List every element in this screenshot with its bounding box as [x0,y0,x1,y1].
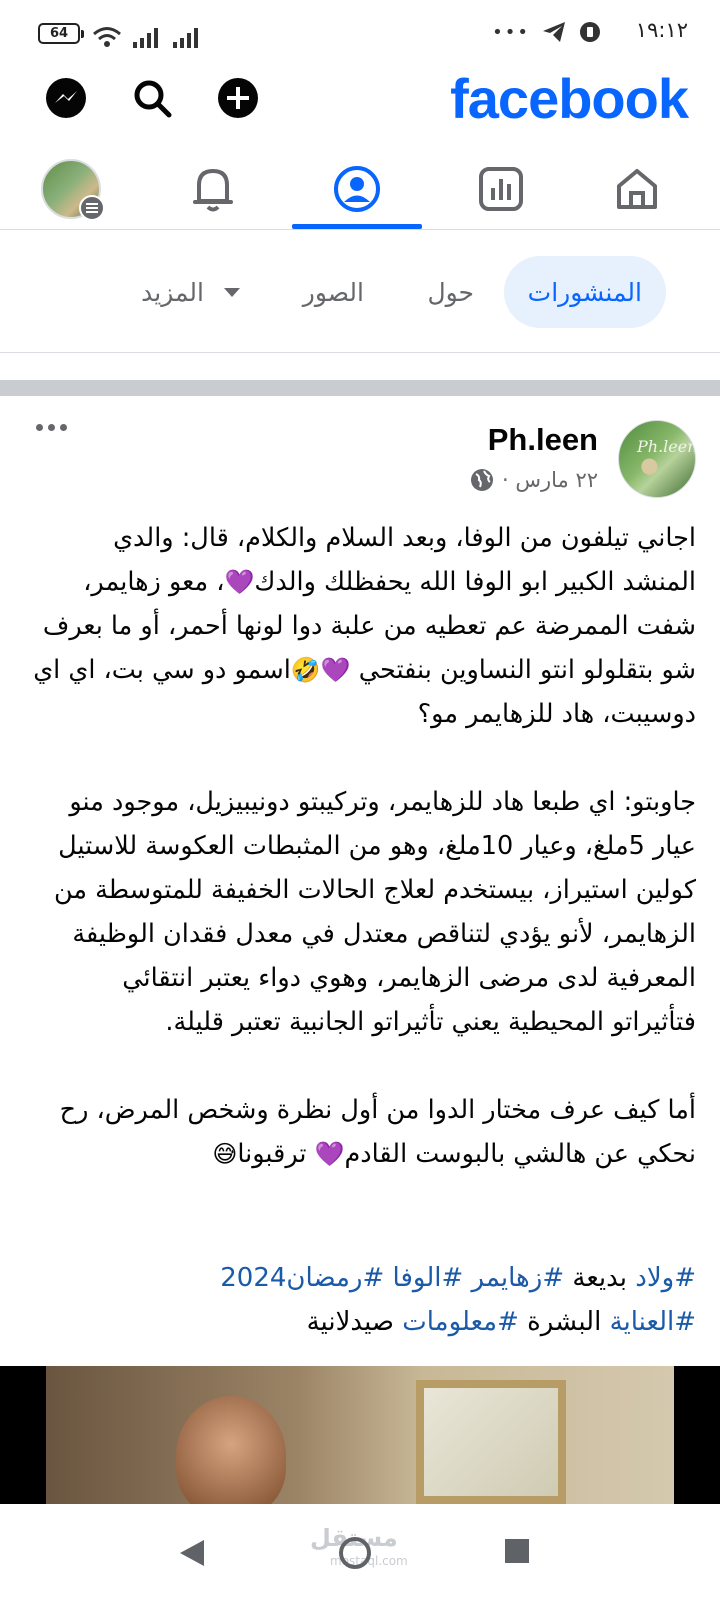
dashboard-icon [479,167,523,211]
post-video[interactable] [0,1366,720,1504]
post-body: اجاني تيلفون من الوفا، وبعد السلام والكل… [32,516,696,1220]
status-notification-icons: ••• [492,20,602,44]
home-nav-icon[interactable] [338,1536,372,1570]
post-paragraph-1: اجاني تيلفون من الوفا، وبعد السلام والكل… [33,523,696,729]
globe-icon [470,469,493,491]
hashtag-text: صيدلانية [306,1307,403,1337]
system-navigation-bar: مستقل mostaql.com [0,1504,720,1600]
back-icon[interactable] [178,1538,206,1568]
tab-more[interactable]: المزيد [141,256,240,328]
tab-about[interactable]: حول [427,256,474,328]
status-time: ١٩:١٢ [635,18,688,42]
divider [0,352,720,353]
active-tab-indicator [292,224,422,229]
post-paragraph-2: جاوبتو: اي طبعا هاد للزهايمر، وتركيبتو د… [53,787,696,1037]
section-separator [0,380,720,396]
post-hashtags: #ولاد بديعة #زهايمر #الوفا #رمضان2024 #ا… [32,1256,696,1344]
search-icon [134,80,172,118]
plus-icon [218,78,258,118]
home-icon [617,169,657,209]
hashtag-text: البشرة [518,1307,610,1337]
messenger-icon [46,78,86,118]
hashtag-link[interactable]: #رمضان2024 [220,1263,384,1293]
nav-dashboard[interactable] [436,148,566,230]
tab-photos[interactable]: الصور [303,256,364,328]
avatar-logo-text: Ph.leen [637,437,696,456]
signal-icons [92,20,202,48]
hashtag-text: بديعة [564,1263,636,1293]
wifi-icon [93,27,121,47]
menu-icon [79,195,105,221]
battery-icon: 64 [38,23,84,44]
recents-icon[interactable] [504,1538,530,1564]
caret-down-icon [224,287,240,297]
hashtags-line-1: #ولاد بديعة #زهايمر #الوفا #رمضان2024 [32,1256,696,1300]
purple-heart-emoji: 💜 [224,568,255,596]
hashtags-line-2: #العناية البشرة #معلومات صيدلانية [32,1300,696,1344]
post-options-button[interactable] [36,424,67,431]
signal-icon-1 [133,28,158,48]
laughing-emoji: 🤣 [290,656,321,684]
tab-more-label: المزيد [141,277,204,307]
sim-icon [580,22,600,42]
avatar [41,159,105,221]
hashtag-link[interactable]: #ولاد [635,1263,696,1293]
main-navbar [0,148,720,230]
purple-heart-emoji: 💜 [320,656,351,684]
post-author-avatar[interactable]: Ph.leen [618,420,696,498]
nav-profile[interactable] [292,148,422,230]
signal-icon-2 [173,28,198,48]
purple-heart-emoji: 💜 [314,1140,345,1168]
hashtag-link[interactable]: #زهايمر [472,1263,565,1293]
messenger-button[interactable] [44,76,88,120]
hashtag-link[interactable]: #العناية [610,1307,696,1337]
telegram-icon [543,22,565,42]
profile-icon [334,166,380,212]
video-frame [46,1366,674,1504]
post-meta: ٢٢ مارس · [470,468,598,492]
video-person [176,1396,286,1504]
profile-tabs: المنشورات حول الصور المزيد [0,252,720,328]
nav-notifications[interactable] [148,148,278,230]
app-header: facebook [0,66,720,142]
sweat-smile-emoji: 😅 [212,1140,238,1168]
hashtag-link[interactable]: #معلومات [402,1307,519,1337]
search-button[interactable] [130,76,174,120]
post-date[interactable]: ٢٢ مارس · [502,468,598,492]
tab-posts[interactable]: المنشورات [503,256,666,328]
nav-home[interactable] [572,148,702,230]
create-button[interactable] [216,76,260,120]
video-background-painting [416,1380,566,1504]
post-card: Ph.leen Ph.leen ٢٢ مارس · اجاني تيلفون م… [0,396,720,1504]
post-author-name[interactable]: Ph.leen [488,422,598,458]
hashtag-link[interactable]: #الوفا [393,1263,464,1293]
post-paragraph-3: أما كيف عرف مختار الدوا من أول نظرة وشخص… [32,1088,696,1176]
facebook-logo[interactable]: facebook [450,66,689,131]
nav-menu[interactable] [6,148,136,230]
status-bar: 64 ••• ١٩:١٢ [0,0,720,66]
bell-icon [193,169,233,212]
overflow-dots: ••• [492,21,530,43]
